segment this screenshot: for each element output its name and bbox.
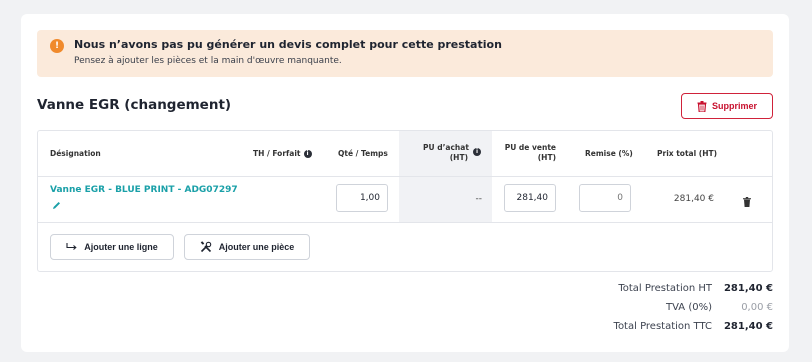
total-ttc-value: 281,40 € bbox=[723, 321, 773, 332]
header-th-forfait: TH / Forfait i bbox=[253, 149, 312, 159]
header-prix-total: Prix total (HT) bbox=[657, 149, 718, 158]
header-remise: Remise (%) bbox=[585, 149, 633, 158]
sale-price-input[interactable] bbox=[504, 184, 556, 212]
warning-icon: ! bbox=[50, 39, 64, 53]
quantity-input[interactable] bbox=[336, 184, 388, 212]
header-pu-achat-line1: PU d’achat bbox=[423, 143, 469, 152]
total-ht-label: Total Prestation HT bbox=[618, 283, 712, 294]
add-line-label: Ajouter une ligne bbox=[84, 242, 158, 252]
trash-icon bbox=[697, 100, 707, 112]
total-ht-value: 281,40 € bbox=[723, 283, 773, 294]
purchase-price-value: -- bbox=[475, 194, 483, 204]
quote-lines-table: Désignation TH / Forfait i Qté / Temps PU… bbox=[37, 130, 773, 272]
header-pu-achat: PU d’achat (HT) bbox=[423, 143, 469, 163]
line-designation-link[interactable]: Vanne EGR - BLUE PRINT - ADG07297 bbox=[50, 185, 238, 195]
tva-value: 0,00 € bbox=[741, 302, 773, 313]
delete-service-label: Supprimer bbox=[711, 101, 757, 111]
add-line-button[interactable]: Ajouter une ligne bbox=[50, 234, 174, 260]
pencil-icon[interactable] bbox=[52, 201, 61, 213]
tva-label: TVA (0%) bbox=[666, 302, 712, 313]
info-icon[interactable]: i bbox=[303, 150, 312, 158]
discount-input[interactable] bbox=[579, 184, 631, 212]
line-total-value: 281,40 € bbox=[673, 194, 714, 204]
alert-message: Pensez à ajouter les pièces et la main d… bbox=[74, 56, 342, 66]
service-title: Vanne EGR (changement) bbox=[37, 97, 232, 113]
trash-icon bbox=[743, 197, 751, 207]
quote-card: ! Nous n’avons pas pu générer un devis c… bbox=[21, 14, 789, 352]
tools-icon bbox=[200, 241, 211, 253]
header-qty-time: Qté / Temps bbox=[338, 149, 388, 158]
add-part-button[interactable]: Ajouter une pièce bbox=[184, 234, 310, 260]
header-pu-vente: PU de vente (HT) bbox=[500, 143, 556, 163]
incomplete-quote-alert: ! Nous n’avons pas pu générer un devis c… bbox=[37, 30, 773, 77]
header-divider bbox=[38, 176, 772, 177]
header-th-forfait-label: TH / Forfait bbox=[253, 149, 301, 158]
row-divider bbox=[38, 222, 772, 223]
delete-service-button[interactable]: Supprimer bbox=[681, 93, 773, 119]
header-pu-vente-line2: (HT) bbox=[537, 153, 556, 162]
header-pu-vente-line1: PU de vente bbox=[504, 143, 556, 152]
return-arrow-icon bbox=[66, 243, 77, 250]
delete-line-button[interactable] bbox=[743, 192, 751, 211]
alert-title: Nous n’avons pas pu générer un devis com… bbox=[74, 38, 502, 51]
info-icon[interactable]: i bbox=[473, 148, 481, 156]
total-ttc-label: Total Prestation TTC bbox=[613, 321, 712, 332]
add-part-label: Ajouter une pièce bbox=[218, 242, 295, 252]
header-designation: Désignation bbox=[50, 149, 101, 158]
header-pu-achat-line2: (HT) bbox=[449, 153, 468, 162]
